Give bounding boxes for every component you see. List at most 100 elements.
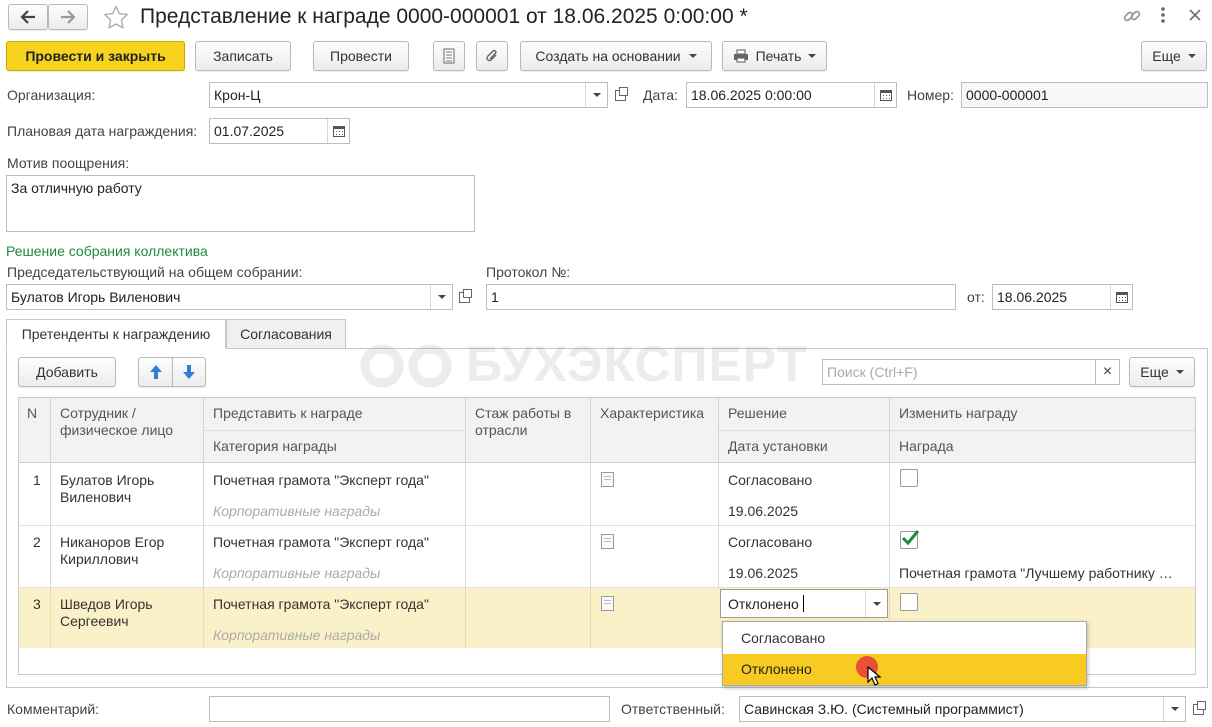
organization-field[interactable]: Крон-Ц — [209, 82, 608, 108]
change-award-checkbox[interactable] — [900, 593, 918, 611]
more-button[interactable]: Еще — [1141, 41, 1207, 71]
attachments-button[interactable] — [476, 41, 508, 71]
move-down-button[interactable] — [172, 357, 206, 387]
protocol-value: 1 — [491, 289, 499, 305]
characteristic-document-icon[interactable] — [601, 534, 614, 549]
protocol-field[interactable]: 1 — [486, 284, 956, 310]
more-vertical-icon — [1161, 7, 1165, 23]
col-header-new-award[interactable]: Награда — [899, 438, 954, 455]
decision-dropdown-button[interactable] — [865, 590, 887, 617]
search-input[interactable]: Поиск (Ctrl+F) — [822, 359, 1096, 385]
plan-date-field[interactable]: 01.07.2025 — [209, 118, 350, 144]
col-header-n[interactable]: N — [27, 405, 37, 422]
tab-approvals[interactable]: Согласования — [226, 319, 346, 349]
dropdown-caret-icon — [1170, 707, 1179, 711]
calendar-icon — [332, 125, 345, 137]
dropdown-caret-icon — [437, 295, 446, 299]
date-field[interactable]: 18.06.2025 0:00:00 — [686, 82, 897, 108]
responsible-open-button[interactable] — [1188, 696, 1208, 722]
back-arrow-icon — [20, 10, 35, 24]
row-number: 1 — [33, 472, 41, 488]
forward-button[interactable] — [48, 4, 88, 30]
motive-value: За отличную работу — [11, 180, 142, 196]
plan-date-label: Плановая дата награждения: — [7, 123, 198, 139]
save-button[interactable]: Записать — [195, 41, 291, 71]
date-value: 18.06.2025 0:00:00 — [691, 87, 812, 103]
number-label: Номер: — [907, 87, 954, 103]
responsible-dropdown-button[interactable] — [1163, 697, 1185, 721]
award-category: Корпоративные награды — [213, 503, 381, 519]
header-divider — [718, 430, 1195, 431]
col-header-experience[interactable]: Стаж работы в отрасли — [475, 405, 590, 439]
col-header-employee[interactable]: Сотрудник / физическое лицо — [60, 405, 200, 439]
journal-icon — [443, 48, 455, 64]
change-award-checkbox-checked[interactable] — [900, 530, 919, 549]
print-button[interactable]: Печать — [722, 41, 827, 71]
dropdown-option-rejected[interactable]: Отклонено — [723, 654, 1086, 685]
decision-select[interactable]: Отклонено — [720, 589, 888, 618]
star-icon — [103, 4, 129, 29]
col-header-award-category[interactable]: Категория награды — [213, 438, 337, 455]
number-field[interactable]: 0000-000001 — [961, 82, 1208, 108]
protocol-date-field[interactable]: 18.06.2025 — [992, 284, 1133, 310]
characteristic-document-icon[interactable] — [601, 596, 614, 611]
motive-textarea[interactable]: За отличную работу — [6, 175, 475, 232]
responsible-field[interactable]: Савинская З.Ю. (Системный программист) — [739, 696, 1186, 722]
window-title: Представление к награде 0000-000001 от 1… — [140, 5, 748, 28]
close-icon — [1189, 9, 1201, 21]
award-name: Почетная грамота "Эксперт года" — [213, 596, 429, 612]
col-header-decision[interactable]: Решение — [728, 405, 787, 422]
chair-open-button[interactable] — [454, 284, 474, 310]
close-window-button[interactable] — [1188, 8, 1202, 25]
search-placeholder: Поиск (Ctrl+F) — [827, 364, 918, 380]
col-header-decision-date[interactable]: Дата установки — [728, 438, 828, 455]
col-header-characteristic[interactable]: Характеристика — [600, 405, 704, 422]
column-divider — [465, 588, 466, 648]
plan-date-calendar-button[interactable] — [327, 119, 349, 143]
col-header-award[interactable]: Представить к награде — [213, 405, 363, 422]
checkmark-icon — [901, 530, 919, 546]
protocol-date-value: 18.06.2025 — [997, 289, 1068, 305]
owl-logo-icon — [360, 344, 452, 388]
dropdown-caret-icon — [592, 93, 601, 97]
change-award-checkbox[interactable] — [900, 469, 918, 487]
copy-link-button[interactable] — [1122, 6, 1142, 29]
dropdown-caret-icon — [872, 601, 881, 606]
clear-icon: × — [1102, 363, 1113, 380]
search-clear-button[interactable]: × — [1095, 359, 1120, 385]
forward-arrow-icon — [61, 10, 76, 24]
row-number: 2 — [33, 534, 41, 550]
tab-candidates[interactable]: Претенденты к награждению — [6, 319, 226, 349]
col-header-change-award[interactable]: Изменить награду — [899, 405, 1017, 422]
back-button[interactable] — [8, 4, 48, 30]
characteristic-document-icon[interactable] — [601, 472, 614, 487]
chair-field[interactable]: Булатов Игорь Виленович — [6, 284, 453, 310]
arrow-down-icon — [183, 365, 195, 379]
open-icon — [614, 86, 628, 101]
post-button[interactable]: Провести — [313, 41, 409, 71]
journal-button[interactable] — [433, 41, 465, 71]
move-up-button[interactable] — [138, 357, 173, 387]
post-and-close-button[interactable]: Провести и закрыть — [6, 41, 185, 71]
chair-dropdown-button[interactable] — [430, 285, 452, 309]
more-actions-button[interactable] — [1160, 6, 1170, 26]
organization-dropdown-button[interactable] — [585, 83, 607, 107]
comment-field[interactable] — [209, 696, 610, 722]
printer-icon — [733, 49, 748, 63]
arrow-up-icon — [149, 365, 162, 379]
decision-value: Согласовано — [728, 472, 813, 488]
organization-open-button[interactable] — [610, 82, 630, 108]
date-calendar-button[interactable] — [874, 83, 896, 107]
table-more-button[interactable]: Еще — [1129, 357, 1195, 387]
dropdown-option-approved[interactable]: Согласовано — [723, 622, 1086, 653]
add-button[interactable]: Добавить — [18, 357, 116, 387]
favorite-star-button[interactable] — [103, 4, 129, 32]
protocol-date-calendar-button[interactable] — [1110, 285, 1132, 309]
create-based-on-button[interactable]: Создать на основании — [520, 41, 712, 71]
award-category: Корпоративные награды — [213, 565, 381, 581]
table-more-label: Еще — [1140, 364, 1169, 380]
chair-value: Булатов Игорь Виленович — [11, 289, 181, 305]
dropdown-caret-icon — [1187, 54, 1196, 58]
open-icon — [458, 288, 472, 303]
open-icon — [1192, 700, 1206, 715]
